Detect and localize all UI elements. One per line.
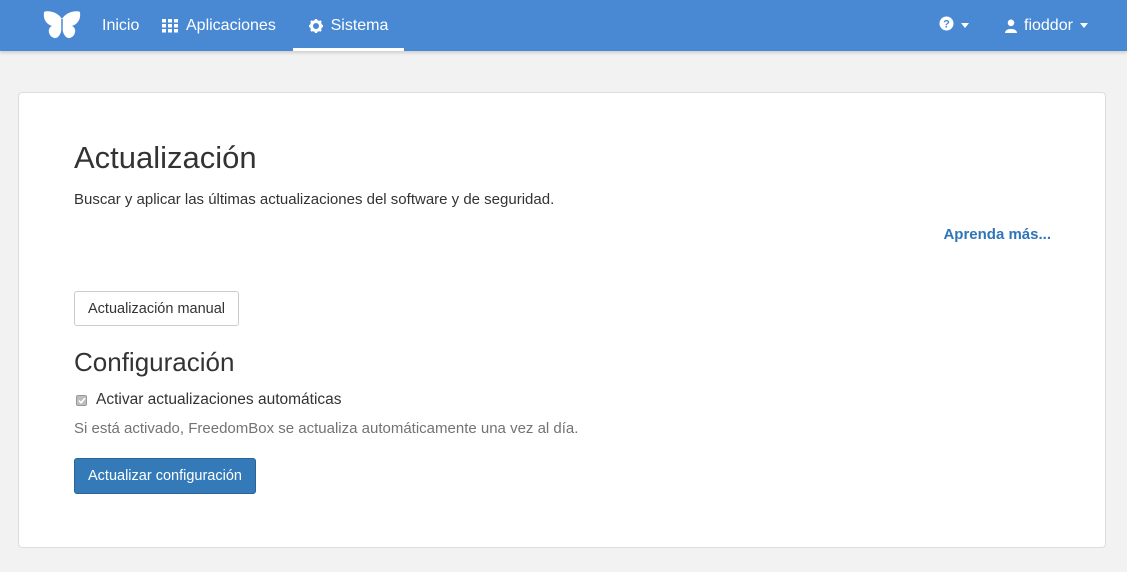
- active-tab-indicator: [293, 48, 404, 51]
- user-name: fioddor: [1024, 16, 1073, 34]
- page-title: Actualización: [74, 140, 257, 175]
- manual-update-button[interactable]: Actualización manual: [74, 291, 240, 326]
- svg-text:?: ?: [943, 18, 950, 30]
- main-panel: Actualización Buscar y aplicar las últim…: [18, 92, 1106, 548]
- auto-update-label: Activar actualizaciones automáticas: [96, 391, 342, 408]
- page-description: Buscar y aplicar las últimas actualizaci…: [74, 191, 555, 208]
- help-menu[interactable]: ?: [939, 0, 969, 51]
- home-link[interactable]: Inicio: [42, 0, 139, 51]
- user-menu[interactable]: fioddor: [1005, 0, 1088, 51]
- top-navbar: Inicio Aplicaciones Sistema ? fioddor: [0, 0, 1127, 51]
- question-circle-icon: ?: [939, 16, 954, 36]
- butterfly-icon: [42, 10, 82, 42]
- user-icon: [1005, 19, 1017, 33]
- auto-update-help-text: Si está activado, FreedomBox se actualiz…: [74, 420, 579, 437]
- update-config-button[interactable]: Actualizar configuración: [74, 458, 256, 494]
- gear-icon: [308, 18, 323, 33]
- grid-icon: [162, 18, 178, 33]
- learn-more-link[interactable]: Aprenda más...: [943, 226, 1051, 243]
- configuration-heading: Configuración: [74, 347, 235, 377]
- chevron-down-icon: [961, 23, 969, 28]
- chevron-down-icon: [1079, 23, 1088, 28]
- nav-system-label: Sistema: [330, 16, 389, 34]
- nav-system[interactable]: Sistema: [293, 0, 404, 51]
- nav-apps[interactable]: Aplicaciones: [162, 0, 276, 51]
- auto-update-checkbox[interactable]: [76, 394, 87, 406]
- nav-apps-label: Aplicaciones: [186, 16, 276, 34]
- home-label: Inicio: [102, 16, 140, 34]
- auto-update-checkbox-row[interactable]: Activar actualizaciones automáticas: [76, 391, 342, 409]
